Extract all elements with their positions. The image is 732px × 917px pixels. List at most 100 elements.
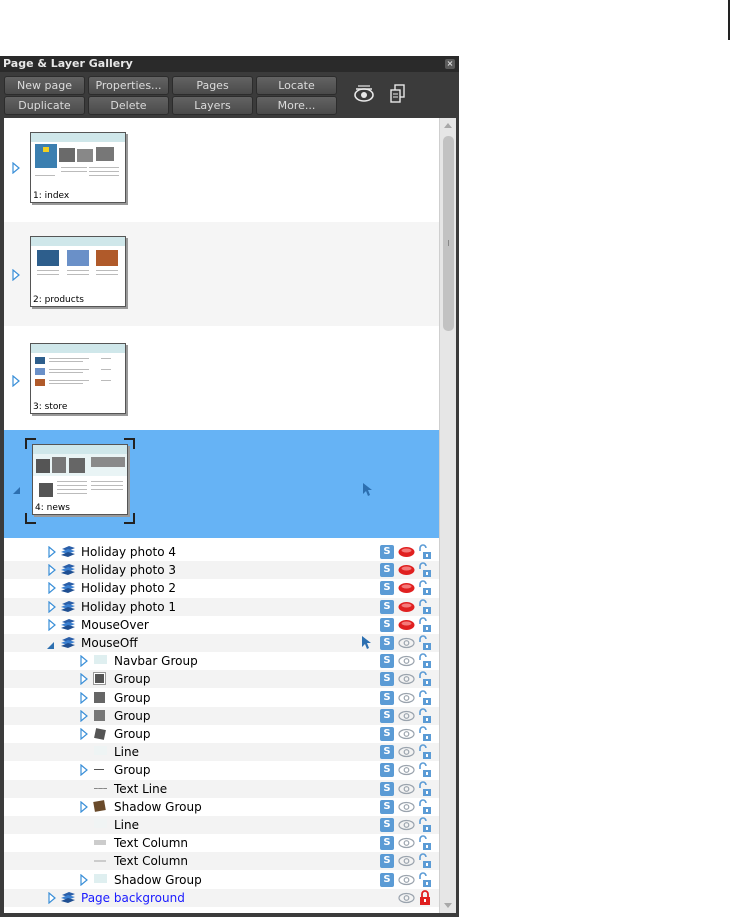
- expand-arrow-icon[interactable]: [12, 269, 20, 281]
- visible-eye-icon[interactable]: [398, 764, 415, 776]
- visible-eye-icon[interactable]: [398, 801, 415, 813]
- visible-eye-icon[interactable]: [398, 710, 415, 722]
- unlocked-icon[interactable]: [418, 725, 432, 742]
- object-row[interactable]: Group S: [4, 706, 439, 725]
- expand-arrow-icon[interactable]: [80, 654, 88, 670]
- visible-eye-icon[interactable]: [398, 692, 415, 704]
- copy-layer-icon[interactable]: [386, 82, 410, 106]
- object-row[interactable]: Group S: [4, 761, 439, 779]
- expand-arrow-icon[interactable]: [80, 691, 88, 707]
- selectable-badge[interactable]: S: [380, 599, 394, 614]
- object-row[interactable]: Group S: [4, 725, 439, 743]
- expand-arrow-icon[interactable]: [80, 709, 88, 725]
- unlocked-icon[interactable]: [418, 816, 432, 833]
- vertical-scrollbar[interactable]: [439, 118, 456, 913]
- visible-eye-icon[interactable]: [398, 855, 415, 867]
- unlocked-icon[interactable]: [418, 743, 432, 760]
- unlocked-icon[interactable]: [418, 871, 432, 888]
- layer-row[interactable]: Holiday photo 4 S: [4, 543, 439, 561]
- layer-row[interactable]: Holiday photo 1 S: [4, 597, 439, 616]
- unlocked-icon[interactable]: [418, 579, 432, 596]
- expand-arrow-icon[interactable]: [80, 800, 88, 816]
- visible-eye-icon[interactable]: [398, 819, 415, 831]
- unlocked-icon[interactable]: [418, 798, 432, 815]
- unlocked-icon[interactable]: [418, 652, 432, 669]
- selectable-badge[interactable]: S: [380, 872, 394, 887]
- page-item[interactable]: 1: index: [4, 118, 439, 222]
- expand-arrow-icon[interactable]: [80, 673, 88, 688]
- scroll-down-icon[interactable]: [444, 903, 452, 908]
- expand-arrow-icon[interactable]: [48, 563, 56, 579]
- hidden-eye-icon[interactable]: [398, 601, 415, 613]
- locate-button[interactable]: Locate: [256, 76, 337, 95]
- selectable-badge[interactable]: S: [380, 836, 394, 851]
- unlocked-icon[interactable]: [418, 761, 432, 778]
- selectable-badge[interactable]: S: [380, 654, 394, 669]
- expand-arrow-icon[interactable]: [48, 582, 56, 597]
- object-row[interactable]: Shadow Group S: [4, 871, 439, 889]
- selectable-badge[interactable]: S: [380, 690, 394, 705]
- expand-arrow-icon[interactable]: [48, 618, 56, 634]
- duplicate-button[interactable]: Duplicate: [4, 96, 85, 115]
- selectable-badge[interactable]: S: [380, 636, 394, 650]
- hidden-eye-icon[interactable]: [398, 582, 415, 594]
- close-button[interactable]: ×: [445, 59, 455, 69]
- visible-eye-icon[interactable]: [398, 746, 415, 758]
- unlocked-icon[interactable]: [418, 780, 432, 797]
- object-row[interactable]: Group S: [4, 689, 439, 707]
- selectable-badge[interactable]: S: [380, 799, 394, 814]
- new-page-button[interactable]: New page: [4, 76, 85, 95]
- object-row[interactable]: Group S: [4, 670, 439, 689]
- locked-icon[interactable]: [418, 889, 432, 906]
- page-thumbnail[interactable]: 4: news: [32, 444, 128, 515]
- expand-arrow-icon[interactable]: [80, 727, 88, 743]
- unlocked-icon[interactable]: [418, 616, 432, 633]
- selectable-badge[interactable]: S: [380, 545, 394, 559]
- unlocked-icon[interactable]: [418, 834, 432, 851]
- unlocked-icon[interactable]: [418, 689, 432, 706]
- object-row[interactable]: Line S: [4, 743, 439, 762]
- selectable-badge[interactable]: S: [380, 617, 394, 632]
- page-thumbnail[interactable]: 2: products: [30, 236, 126, 307]
- unlocked-icon[interactable]: [418, 598, 432, 615]
- selectable-badge[interactable]: S: [380, 781, 394, 796]
- visible-eye-icon[interactable]: [398, 874, 415, 886]
- selectable-badge[interactable]: S: [380, 727, 394, 741]
- collapse-arrow-icon[interactable]: [46, 639, 55, 653]
- visible-eye-icon[interactable]: [398, 673, 415, 685]
- page-item[interactable]: 3: store: [4, 326, 439, 430]
- selectable-badge[interactable]: S: [380, 581, 394, 596]
- layer-row[interactable]: Holiday photo 2 S: [4, 579, 439, 597]
- object-row[interactable]: Text Line S: [4, 779, 439, 798]
- pages-button[interactable]: Pages: [172, 76, 253, 95]
- selectable-badge[interactable]: S: [380, 854, 394, 869]
- show-all-layers-icon[interactable]: [352, 82, 376, 106]
- more-button[interactable]: More...: [256, 96, 337, 115]
- properties-button[interactable]: Properties...: [88, 76, 169, 95]
- expand-arrow-icon[interactable]: [48, 545, 56, 561]
- collapse-arrow-icon[interactable]: [12, 480, 21, 499]
- object-row[interactable]: Shadow Group S: [4, 798, 439, 816]
- layer-row[interactable]: Page background: [4, 888, 439, 907]
- hidden-eye-icon[interactable]: [398, 564, 415, 576]
- selectable-badge[interactable]: S: [380, 818, 394, 832]
- expand-arrow-icon[interactable]: [80, 764, 88, 779]
- selectable-badge[interactable]: S: [380, 708, 394, 723]
- layers-button[interactable]: Layers: [172, 96, 253, 115]
- hidden-eye-icon[interactable]: [398, 619, 415, 631]
- hidden-eye-icon[interactable]: [398, 546, 415, 558]
- gallery-title-bar[interactable]: Page & Layer Gallery ×: [0, 56, 459, 72]
- expand-arrow-icon[interactable]: [48, 600, 56, 616]
- object-row[interactable]: Text Column S: [4, 834, 439, 852]
- layer-row[interactable]: MouseOff S: [4, 634, 439, 652]
- layer-row[interactable]: Holiday photo 3 S: [4, 561, 439, 580]
- unlocked-icon[interactable]: [418, 670, 432, 687]
- object-row[interactable]: Navbar Group S: [4, 652, 439, 670]
- visible-eye-icon[interactable]: [398, 892, 415, 904]
- delete-button[interactable]: Delete: [88, 96, 169, 115]
- expand-arrow-icon[interactable]: [12, 162, 20, 174]
- page-thumbnail[interactable]: 3: store: [30, 343, 126, 414]
- page-item[interactable]: 2: products: [4, 222, 439, 326]
- scroll-up-icon[interactable]: [444, 123, 452, 128]
- gallery-list[interactable]: 1: index 2: products 3: store 4: news Ho…: [4, 118, 456, 913]
